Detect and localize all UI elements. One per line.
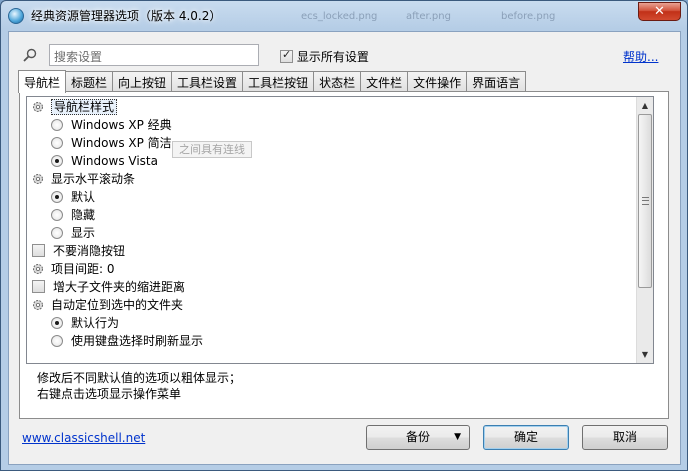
setting-group-label: 导航栏样式 bbox=[51, 99, 118, 115]
close-button[interactable]: ✕ bbox=[638, 2, 681, 21]
tab-navigation-bar[interactable]: 导航栏 bbox=[18, 70, 67, 93]
show-all-settings-label: 显示所有设置 bbox=[296, 50, 369, 64]
gear-icon bbox=[33, 102, 43, 112]
gear-icon bbox=[33, 300, 43, 310]
setting-group[interactable]: 导航栏样式 bbox=[31, 98, 118, 116]
ok-button[interactable]: 确定 bbox=[483, 425, 569, 450]
options-window: 经典资源管理器选项（版本 4.0.2） ecs_locked.png after… bbox=[0, 0, 688, 471]
radio-button[interactable] bbox=[51, 191, 63, 203]
setting-option[interactable]: Windows XP 经典 bbox=[51, 116, 172, 134]
dialog-client-area: 搜索设置 显示所有设置 帮助... 导航栏 标题栏 向上按钮 工具栏设置 工具栏… bbox=[8, 31, 681, 465]
setting-option[interactable]: 默认 bbox=[51, 188, 95, 206]
setting-checkbox-row[interactable]: 不要消隐按钮 bbox=[32, 242, 125, 260]
setting-option-label: 使用键盘选择时刷新显示 bbox=[71, 334, 204, 348]
checkbox[interactable] bbox=[32, 280, 45, 293]
app-icon bbox=[8, 8, 24, 24]
tab-up-button[interactable]: 向上按钮 bbox=[112, 71, 173, 92]
setting-option-label: 隐藏 bbox=[71, 208, 96, 222]
radio-button[interactable] bbox=[51, 137, 63, 149]
vertical-scrollbar[interactable]: ▲ ▼ bbox=[636, 97, 653, 363]
grip-icon bbox=[642, 197, 649, 205]
website-link[interactable]: www.classicshell.net bbox=[22, 431, 145, 445]
tab-toolbar-settings[interactable]: 工具栏设置 bbox=[171, 71, 244, 92]
tab-file-pane[interactable]: 文件栏 bbox=[360, 71, 409, 92]
radio-button[interactable] bbox=[51, 155, 63, 167]
setting-checkbox-row[interactable]: 增大子文件夹的缩进距离 bbox=[32, 278, 185, 296]
setting-option-label: 默认行为 bbox=[71, 316, 120, 330]
setting-group-label: 项目间距: 0 bbox=[51, 262, 115, 276]
gear-icon bbox=[33, 264, 43, 274]
radio-button[interactable] bbox=[51, 227, 63, 239]
scrollbar-thumb[interactable] bbox=[638, 114, 652, 288]
setting-option-label: 默认 bbox=[71, 190, 96, 204]
setting-option-label: Windows XP 经典 bbox=[71, 118, 172, 132]
radio-button[interactable] bbox=[51, 209, 63, 221]
setting-option[interactable]: 隐藏 bbox=[51, 206, 95, 224]
setting-option[interactable]: Windows Vista bbox=[51, 152, 158, 170]
window-title: 经典资源管理器选项（版本 4.0.2） bbox=[31, 9, 222, 23]
setting-group[interactable]: 项目间距: 0 bbox=[31, 260, 115, 278]
gear-icon bbox=[33, 174, 43, 184]
tab-toolbar-buttons[interactable]: 工具栏按钮 bbox=[242, 71, 315, 92]
info-note-line: 修改后不同默认值的选项以粗体显示； bbox=[37, 371, 242, 385]
tooltip: 之间具有连线 bbox=[172, 141, 252, 158]
setting-option[interactable]: 默认行为 bbox=[51, 314, 119, 332]
background-ghost-text: ecs_locked.png bbox=[301, 11, 378, 22]
search-input[interactable]: 搜索设置 bbox=[49, 44, 259, 66]
info-note-line: 右键点击选项显示操作菜单 bbox=[37, 387, 182, 401]
checkbox[interactable] bbox=[32, 244, 45, 257]
show-all-settings-checkbox[interactable] bbox=[280, 48, 293, 63]
tab-language[interactable]: 界面语言 bbox=[466, 71, 527, 92]
setting-option-label: Windows Vista bbox=[71, 154, 158, 168]
tab-title-bar[interactable]: 标题栏 bbox=[65, 71, 114, 92]
tab-file-operations[interactable]: 文件操作 bbox=[407, 71, 468, 92]
setting-group[interactable]: 自动定位到选中的文件夹 bbox=[31, 296, 183, 314]
setting-option[interactable]: 显示 bbox=[51, 224, 95, 242]
info-note: 修改后不同默认值的选项以粗体显示； 右键点击选项显示操作菜单 bbox=[37, 370, 241, 402]
setting-group-label: 自动定位到选中的文件夹 bbox=[51, 298, 184, 312]
setting-group[interactable]: 显示水平滚动条 bbox=[31, 170, 135, 188]
setting-option-label: Windows XP 简洁 bbox=[71, 136, 172, 150]
backup-button-label: 备份 bbox=[405, 430, 430, 444]
settings-tree: 导航栏样式 Windows XP 经典 Windows XP 简洁 Window… bbox=[26, 96, 654, 364]
setting-group-label: 显示水平滚动条 bbox=[51, 172, 136, 186]
radio-button[interactable] bbox=[51, 119, 63, 131]
radio-button[interactable] bbox=[51, 317, 63, 329]
radio-button[interactable] bbox=[51, 335, 63, 347]
setting-option[interactable]: 使用键盘选择时刷新显示 bbox=[51, 332, 203, 350]
title-bar[interactable]: 经典资源管理器选项（版本 4.0.2） ecs_locked.png after… bbox=[1, 1, 687, 31]
setting-option[interactable]: Windows XP 简洁 bbox=[51, 134, 172, 152]
help-link[interactable]: 帮助... bbox=[623, 48, 658, 65]
search-icon bbox=[23, 48, 37, 62]
background-ghost-text: before.png bbox=[501, 11, 556, 22]
show-all-settings-option[interactable]: 显示所有设置 bbox=[280, 48, 369, 65]
setting-checkbox-label: 不要消隐按钮 bbox=[53, 244, 126, 258]
cancel-button[interactable]: 取消 bbox=[582, 425, 668, 450]
scroll-down-arrow-icon[interactable]: ▼ bbox=[637, 346, 653, 363]
backup-button[interactable]: 备份 ▼ bbox=[366, 425, 470, 450]
setting-option-label: 显示 bbox=[71, 226, 96, 240]
setting-checkbox-label: 增大子文件夹的缩进距离 bbox=[53, 280, 186, 294]
background-ghost-text: after.png bbox=[406, 11, 451, 22]
dropdown-arrow-icon: ▼ bbox=[454, 432, 461, 442]
tab-status-bar[interactable]: 状态栏 bbox=[313, 71, 362, 92]
scroll-up-arrow-icon[interactable]: ▲ bbox=[637, 97, 653, 114]
settings-tabs: 导航栏 标题栏 向上按钮 工具栏设置 工具栏按钮 状态栏 文件栏 文件操作 界面… bbox=[18, 70, 527, 93]
